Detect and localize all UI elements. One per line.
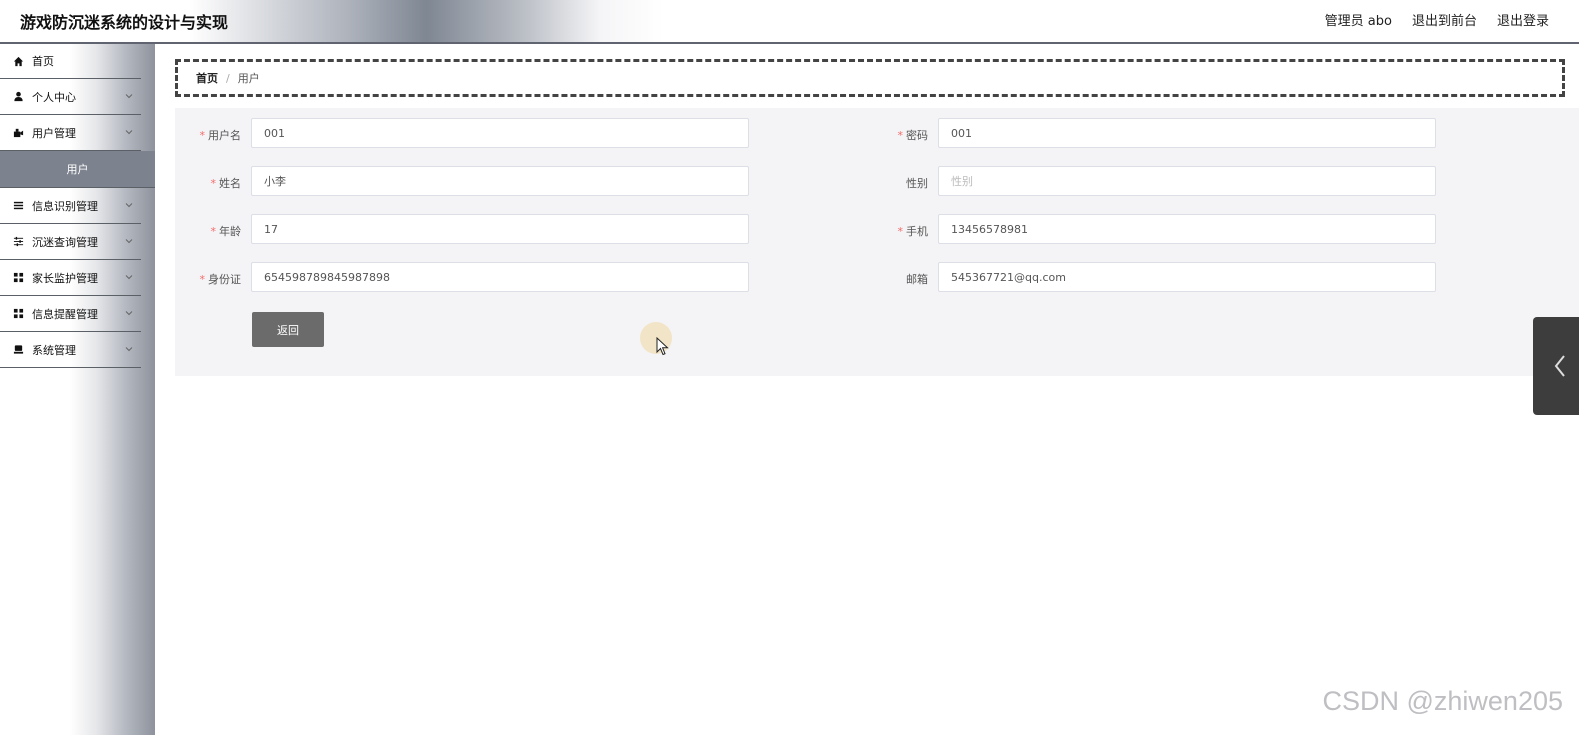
sliders-icon xyxy=(12,236,24,248)
logout-link[interactable]: 退出登录 xyxy=(1497,10,1549,29)
header-actions: 管理员 abo 退出到前台 退出登录 xyxy=(1325,10,1549,29)
gender-label: 性别 xyxy=(906,177,928,190)
monitor-icon xyxy=(12,344,24,356)
username-label: * 用户名 xyxy=(199,129,242,142)
sidebar-item-label: 信息识别管理 xyxy=(32,199,98,213)
password-label: * 密码 xyxy=(897,129,929,142)
list-icon xyxy=(12,200,24,212)
required-mark: * xyxy=(199,129,206,142)
name-label: * 姓名 xyxy=(210,177,242,190)
name-input[interactable] xyxy=(251,166,749,196)
chevron-down-icon xyxy=(125,203,133,208)
breadcrumb: 首页 / 用户 xyxy=(175,59,1565,97)
required-mark: * xyxy=(210,225,217,238)
chevron-down-icon xyxy=(125,130,133,135)
breadcrumb-home-link[interactable]: 首页 xyxy=(196,70,218,86)
sidebar-item-label: 首页 xyxy=(32,55,54,68)
watermark: CSDN @zhiwen205 xyxy=(1322,686,1563,716)
sidebar-item-label: 个人中心 xyxy=(32,90,76,104)
app-title: 游戏防沉迷系统的设计与实现 xyxy=(20,13,229,32)
sidebar-item-label: 信息提醒管理 xyxy=(32,307,98,321)
email-input[interactable] xyxy=(938,262,1436,292)
age-input[interactable] xyxy=(251,214,749,244)
chevron-down-icon xyxy=(125,94,133,99)
user-manage-icon xyxy=(12,127,24,139)
required-mark: * xyxy=(897,129,904,142)
sidebar-item-label: 系统管理 xyxy=(32,343,76,357)
grid-icon xyxy=(12,308,24,320)
sidebar-subitem-user[interactable]: 用户 xyxy=(0,151,155,188)
sidebar-item-parent-guard[interactable]: 家长监护管理 xyxy=(0,260,141,296)
top-header: 游戏防沉迷系统的设计与实现 管理员 abo 退出到前台 退出登录 xyxy=(0,0,1579,44)
chevron-down-icon xyxy=(125,311,133,316)
chevron-down-icon xyxy=(125,275,133,280)
sidebar: 首页 个人中心 用户管理 用户 信息识别管理 沉迷查询管理 家长监护管理 信息提… xyxy=(0,44,155,735)
back-button[interactable]: 返回 xyxy=(252,312,324,347)
chevron-down-icon xyxy=(125,347,133,352)
user-detail-form: *用户名 *密码 *姓名 性别 *年龄 *手机 *身份证 邮箱 返回 xyxy=(175,108,1579,376)
sidebar-item-label: 家长监护管理 xyxy=(32,271,98,285)
exit-to-front-link[interactable]: 退出到前台 xyxy=(1412,10,1477,29)
sidebar-item-label: 沉迷查询管理 xyxy=(32,235,98,249)
grid-icon xyxy=(12,272,24,284)
idcard-input[interactable] xyxy=(251,262,749,292)
required-mark: * xyxy=(210,177,217,190)
mouse-cursor-icon xyxy=(656,337,669,356)
sidebar-item-home[interactable]: 首页 xyxy=(0,44,141,79)
required-mark: * xyxy=(897,225,904,238)
sidebar-item-personal[interactable]: 个人中心 xyxy=(0,79,141,115)
sidebar-item-info-recognition[interactable]: 信息识别管理 xyxy=(0,188,141,224)
breadcrumb-current: 用户 xyxy=(237,72,260,85)
idcard-label: * 身份证 xyxy=(199,273,242,286)
password-input[interactable] xyxy=(938,118,1436,148)
sidebar-item-user-manage[interactable]: 用户管理 xyxy=(0,115,141,151)
phone-label: * 手机 xyxy=(897,225,929,238)
gender-input[interactable] xyxy=(938,166,1436,196)
sidebar-item-system[interactable]: 系统管理 xyxy=(0,332,141,368)
side-panel-toggle[interactable] xyxy=(1533,317,1579,415)
phone-input[interactable] xyxy=(938,214,1436,244)
user-icon xyxy=(12,91,24,103)
sidebar-item-addiction-query[interactable]: 沉迷查询管理 xyxy=(0,224,141,260)
sidebar-item-info-reminder[interactable]: 信息提醒管理 xyxy=(0,296,141,332)
breadcrumb-separator: / xyxy=(226,71,230,85)
admin-user-label[interactable]: 管理员 abo xyxy=(1325,10,1392,29)
chevron-left-icon xyxy=(1554,355,1565,377)
home-icon xyxy=(12,55,24,67)
chevron-down-icon xyxy=(125,239,133,244)
age-label: * 年龄 xyxy=(210,225,242,238)
username-input[interactable] xyxy=(251,118,749,148)
sidebar-item-label: 用户管理 xyxy=(32,126,76,140)
email-label: 邮箱 xyxy=(906,273,928,286)
required-mark: * xyxy=(199,273,206,286)
